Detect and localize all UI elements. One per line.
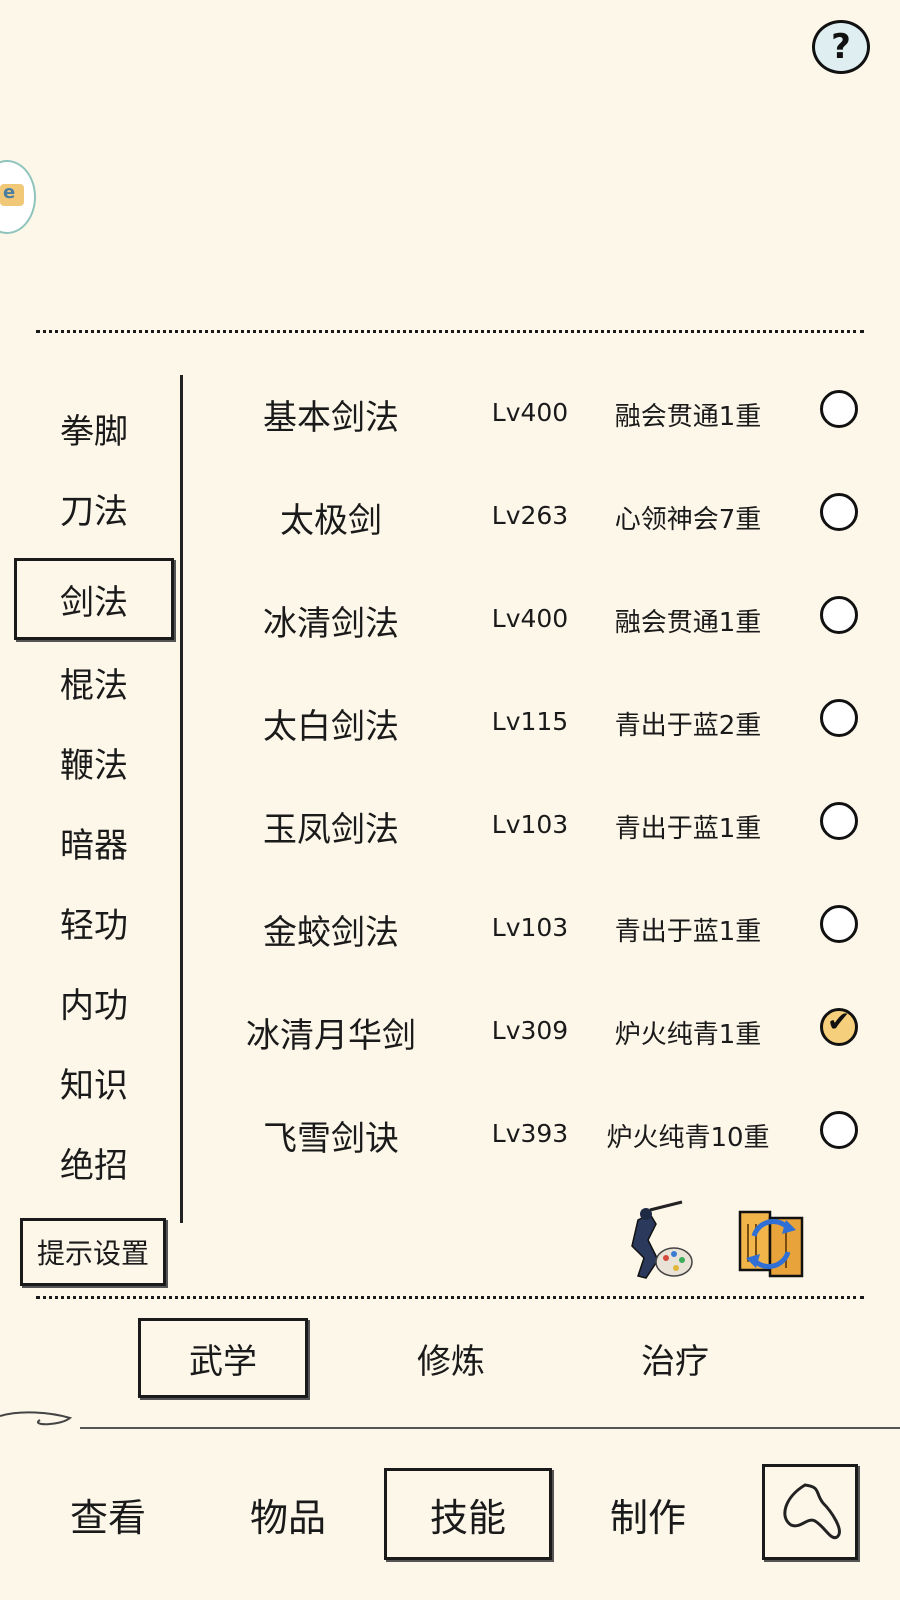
- category-label: 知识: [60, 1065, 128, 1106]
- skill-select-radio[interactable]: [820, 1111, 858, 1149]
- skill-name: 太极剑: [280, 501, 382, 541]
- nav-wupin[interactable]: 物品: [204, 1468, 372, 1560]
- back-arrow-icon: [783, 1483, 841, 1540]
- skill-level: Lv400: [491, 398, 569, 427]
- back-button[interactable]: [762, 1464, 858, 1560]
- skill-row[interactable]: 金蛟剑法 Lv103 青出于蓝1重: [200, 887, 880, 967]
- skill-stage: 融会贯通1重: [614, 608, 762, 638]
- category-item-quanjiao[interactable]: 拳脚: [14, 392, 174, 464]
- skill-name: 基本剑法: [263, 398, 399, 438]
- tab-label: 治疗: [641, 1341, 709, 1382]
- category-label: 绝招: [60, 1145, 128, 1186]
- category-item-daofa[interactable]: 刀法: [14, 472, 174, 544]
- category-label: 剑法: [60, 582, 128, 623]
- skill-name: 太白剑法: [263, 707, 399, 747]
- category-label: 刀法: [60, 491, 128, 532]
- skill-stage: 青出于蓝1重: [614, 814, 762, 844]
- nav-label: 制作: [609, 1495, 686, 1540]
- category-label: 棍法: [60, 665, 128, 706]
- help-button[interactable]: ?: [812, 20, 870, 74]
- skill-row[interactable]: 飞雪剑诀 Lv393 炉火纯青10重: [200, 1093, 880, 1173]
- nav-label: 查看: [69, 1495, 146, 1540]
- skill-select-radio[interactable]: [820, 905, 858, 943]
- category-label: 拳脚: [60, 411, 128, 452]
- skill-row[interactable]: 冰清月华剑 Lv309 炉火纯青1重: [200, 990, 880, 1070]
- skill-stage: 融会贯通1重: [614, 402, 762, 432]
- skill-level: Lv309: [491, 1016, 569, 1045]
- nav-label: 技能: [429, 1495, 506, 1540]
- swordsman-palette-icon[interactable]: [620, 1200, 696, 1282]
- category-item-qinggong[interactable]: 轻功: [14, 886, 174, 958]
- mid-divider: [36, 1296, 864, 1299]
- skill-stage: 炉火纯青1重: [614, 1020, 762, 1050]
- skill-row[interactable]: 太极剑 Lv263 心领神会7重: [200, 475, 880, 555]
- skill-select-radio[interactable]: [820, 699, 858, 737]
- category-item-neigong[interactable]: 内功: [14, 966, 174, 1038]
- scroll-swap-icon[interactable]: [730, 1200, 812, 1282]
- tab-zhiliao[interactable]: 治疗: [590, 1318, 760, 1398]
- category-item-juezhao[interactable]: 绝招: [14, 1126, 174, 1198]
- nav-chakan[interactable]: 查看: [24, 1468, 192, 1560]
- nav-label: 物品: [249, 1495, 326, 1540]
- skill-name: 冰清剑法: [263, 604, 399, 644]
- skill-stage: 炉火纯青10重: [606, 1123, 770, 1153]
- skill-row[interactable]: 太白剑法 Lv115 青出于蓝2重: [200, 681, 880, 761]
- nav-zhizuo[interactable]: 制作: [564, 1468, 732, 1560]
- category-item-bianfa[interactable]: 鞭法: [14, 726, 174, 798]
- category-label: 暗器: [60, 825, 128, 866]
- skill-select-radio[interactable]: [820, 596, 858, 634]
- nav-jineng[interactable]: 技能: [384, 1468, 552, 1560]
- skill-stage: 青出于蓝1重: [614, 917, 762, 947]
- category-item-jianfa[interactable]: 剑法: [14, 558, 174, 640]
- tab-wuxue[interactable]: 武学: [138, 1318, 308, 1398]
- skill-select-radio[interactable]: [820, 802, 858, 840]
- skill-row[interactable]: 玉凤剑法 Lv103 青出于蓝1重: [200, 784, 880, 864]
- tab-xiulian[interactable]: 修炼: [366, 1318, 536, 1398]
- skill-name: 冰清月华剑: [246, 1016, 416, 1056]
- category-label: 鞭法: [60, 745, 128, 786]
- tab-label: 武学: [189, 1341, 257, 1382]
- skill-stage: 心领神会7重: [614, 505, 762, 535]
- skill-level: Lv115: [491, 707, 569, 736]
- question-mark-icon: ?: [831, 27, 851, 67]
- skill-row[interactable]: 冰清剑法 Lv400 融会贯通1重: [200, 578, 880, 658]
- category-item-gunfa[interactable]: 棍法: [14, 646, 174, 718]
- skill-level: Lv263: [491, 501, 569, 530]
- floating-badge-icon[interactable]: e: [0, 160, 36, 234]
- sidebar-divider: [180, 375, 183, 1223]
- skill-row[interactable]: 基本剑法 Lv400 融会贯通1重: [200, 372, 880, 452]
- category-item-zhishi[interactable]: 知识: [14, 1046, 174, 1118]
- hint-settings-button[interactable]: 提示设置: [20, 1218, 166, 1286]
- skill-level: Lv393: [491, 1119, 569, 1148]
- hint-settings-label: 提示设置: [36, 1237, 149, 1270]
- skill-name: 金蛟剑法: [263, 913, 399, 953]
- skill-level: Lv103: [491, 913, 569, 942]
- skill-select-radio[interactable]: [820, 390, 858, 428]
- ink-swirl-decoration: [0, 1411, 900, 1429]
- skill-name: 飞雪剑诀: [263, 1119, 399, 1159]
- category-label: 内功: [60, 985, 128, 1026]
- category-label: 轻功: [60, 905, 128, 946]
- skill-stage: 青出于蓝2重: [614, 711, 762, 741]
- tab-label: 修炼: [417, 1341, 485, 1382]
- skill-name: 玉凤剑法: [263, 810, 399, 850]
- top-divider: [36, 330, 864, 333]
- skill-level: Lv103: [491, 810, 569, 839]
- skill-level: Lv400: [491, 604, 569, 633]
- category-item-anqi[interactable]: 暗器: [14, 806, 174, 878]
- skill-select-radio-checked[interactable]: [820, 1005, 858, 1046]
- skill-select-radio[interactable]: [820, 493, 858, 531]
